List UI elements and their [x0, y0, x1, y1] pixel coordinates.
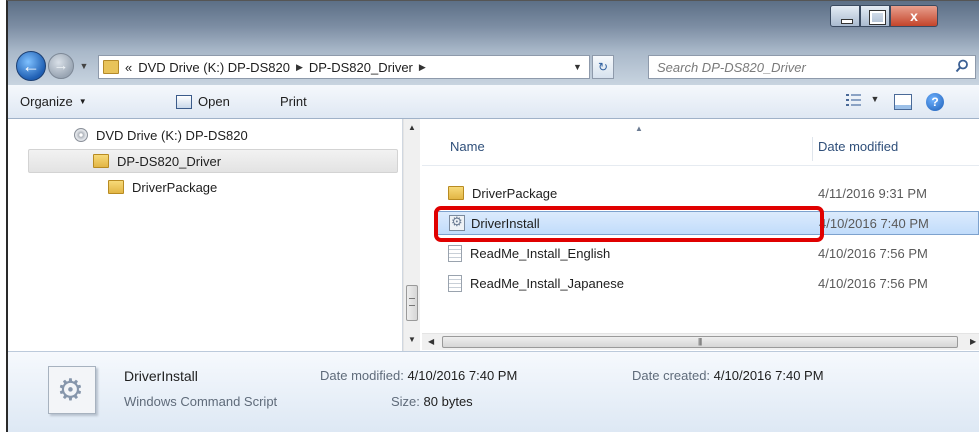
sort-ascending-icon: ▲	[635, 124, 643, 133]
details-date-modified-value: 4/10/2016 7:40 PM	[407, 368, 518, 383]
folder-icon	[448, 186, 464, 200]
file-name: DriverInstall	[471, 215, 540, 231]
chevron-down-icon: ▼	[870, 94, 880, 105]
details-file-name: DriverInstall	[124, 368, 198, 384]
scroll-left-icon[interactable]: ◀	[428, 337, 434, 346]
file-date: 4/11/2016 9:31 PM	[818, 185, 927, 201]
minimize-button[interactable]	[830, 5, 860, 27]
recent-pages-dropdown[interactable]: ▼	[78, 59, 90, 73]
file-date: 4/10/2016 7:40 PM	[819, 215, 929, 231]
details-view-icon	[846, 94, 861, 106]
help-button[interactable]: ?	[926, 93, 944, 111]
details-file-type: Windows Command Script	[124, 394, 278, 409]
preview-pane-button[interactable]	[894, 94, 912, 110]
file-row-driverinstall[interactable]: DriverInstall 4/10/2016 7:40 PM	[434, 211, 979, 235]
tree-item-label: DP-DS820_Driver	[117, 153, 222, 169]
refresh-button[interactable]: ↻	[592, 55, 614, 79]
breadcrumb-driver-folder[interactable]: DP-DS820_Driver	[309, 60, 413, 75]
open-label: Open	[198, 94, 230, 109]
file-row-readme-japanese[interactable]: ReadMe_Install_Japanese 4/10/2016 7:56 P…	[448, 271, 928, 295]
tree-item-dp-ds820-driver[interactable]: DP-DS820_Driver	[28, 149, 398, 173]
details-date-modified: Date modified: 4/10/2016 7:40 PM	[320, 368, 517, 383]
file-list-horizontal-scrollbar[interactable]: ◀ ||| ▶	[422, 333, 979, 350]
folder-icon	[108, 180, 124, 194]
script-icon	[449, 214, 465, 231]
file-name: ReadMe_Install_English	[470, 245, 611, 261]
scrollbar-grip-icon	[409, 298, 415, 306]
search-box[interactable]	[648, 55, 976, 79]
column-header-date-modified[interactable]: Date modified	[818, 139, 898, 154]
column-header-name[interactable]: Name	[450, 139, 485, 154]
script-icon: ⚙	[48, 366, 96, 414]
back-button[interactable]: ←	[16, 51, 46, 81]
scrollbar-grip-icon: |||	[698, 337, 702, 346]
file-row-driverpackage[interactable]: DriverPackage 4/11/2016 9:31 PM	[448, 181, 927, 205]
file-row-readme-english[interactable]: ReadMe_Install_English 4/10/2016 7:56 PM	[448, 241, 928, 265]
navigation-pane-scrollbar[interactable]: ▲ ▼	[403, 119, 420, 351]
address-bar[interactable]: « DVD Drive (K:) DP-DS820 ▶ DP-DS820_Dri…	[98, 55, 590, 79]
navigation-pane: DVD Drive (K:) DP-DS820 DP-DS820_Driver …	[8, 119, 403, 351]
file-list: ▲ Name Date modified DriverPackage 4/11/…	[422, 119, 979, 351]
address-overflow[interactable]: «	[125, 60, 132, 75]
breadcrumb-separator-icon[interactable]: ▶	[419, 62, 426, 73]
command-bar: Organize ▼ Open Print ▼ ?	[8, 85, 979, 119]
details-size-value: 80 bytes	[423, 394, 473, 409]
search-icon[interactable]	[955, 59, 969, 73]
tree-item-label: DVD Drive (K:) DP-DS820	[96, 127, 248, 143]
print-button[interactable]: Print	[280, 85, 307, 118]
details-pane: ⚙ DriverInstall Windows Command Script D…	[8, 351, 979, 432]
text-file-icon	[448, 274, 462, 292]
forward-button[interactable]: →	[48, 53, 74, 79]
tree-item-dvd-drive[interactable]: DVD Drive (K:) DP-DS820	[74, 123, 248, 147]
search-input[interactable]	[649, 56, 939, 78]
file-name: ReadMe_Install_Japanese	[470, 275, 624, 291]
scroll-right-icon[interactable]: ▶	[970, 337, 976, 346]
details-date-created-value: 4/10/2016 7:40 PM	[713, 368, 824, 383]
explorer-window: x ← → ▼ « DVD Drive (K:) DP-DS820 ▶ DP-D…	[6, 0, 979, 432]
scroll-up-icon[interactable]: ▲	[408, 123, 416, 132]
text-file-icon	[448, 244, 462, 262]
breadcrumb-dvd-drive[interactable]: DVD Drive (K:) DP-DS820	[138, 60, 290, 75]
organize-menu[interactable]: Organize ▼	[20, 85, 87, 118]
address-dropdown-icon[interactable]: ▼	[565, 56, 589, 78]
close-button[interactable]: x	[890, 5, 938, 27]
details-size: Size: 80 bytes	[391, 394, 473, 409]
details-date-created: Date created: 4/10/2016 7:40 PM	[632, 368, 824, 383]
file-date: 4/10/2016 7:56 PM	[818, 275, 928, 291]
details-date-created-label: Date created:	[632, 368, 711, 383]
title-bar: x ← → ▼ « DVD Drive (K:) DP-DS820 ▶ DP-D…	[8, 1, 979, 85]
maximize-button[interactable]	[860, 5, 890, 27]
details-date-modified-label: Date modified:	[320, 368, 404, 383]
organize-label: Organize	[20, 94, 73, 109]
file-name: DriverPackage	[472, 185, 558, 201]
file-date: 4/10/2016 7:56 PM	[818, 245, 928, 261]
details-size-label: Size:	[391, 394, 420, 409]
header-divider	[422, 165, 979, 166]
column-divider[interactable]	[812, 137, 813, 161]
scroll-down-icon[interactable]: ▼	[408, 335, 416, 344]
tree-item-label: DriverPackage	[132, 179, 218, 195]
change-view-button[interactable]: ▼	[846, 93, 886, 111]
folder-icon	[93, 154, 109, 168]
chevron-down-icon: ▼	[78, 97, 87, 106]
gear-icon: ⚙	[57, 374, 84, 407]
tree-item-driverpackage[interactable]: DriverPackage	[108, 175, 217, 199]
print-label: Print	[280, 94, 307, 109]
dvd-drive-icon	[74, 128, 88, 142]
open-icon	[176, 94, 192, 109]
open-button[interactable]: Open	[176, 85, 230, 118]
folder-icon	[103, 60, 119, 74]
breadcrumb-separator-icon[interactable]: ▶	[296, 62, 303, 73]
